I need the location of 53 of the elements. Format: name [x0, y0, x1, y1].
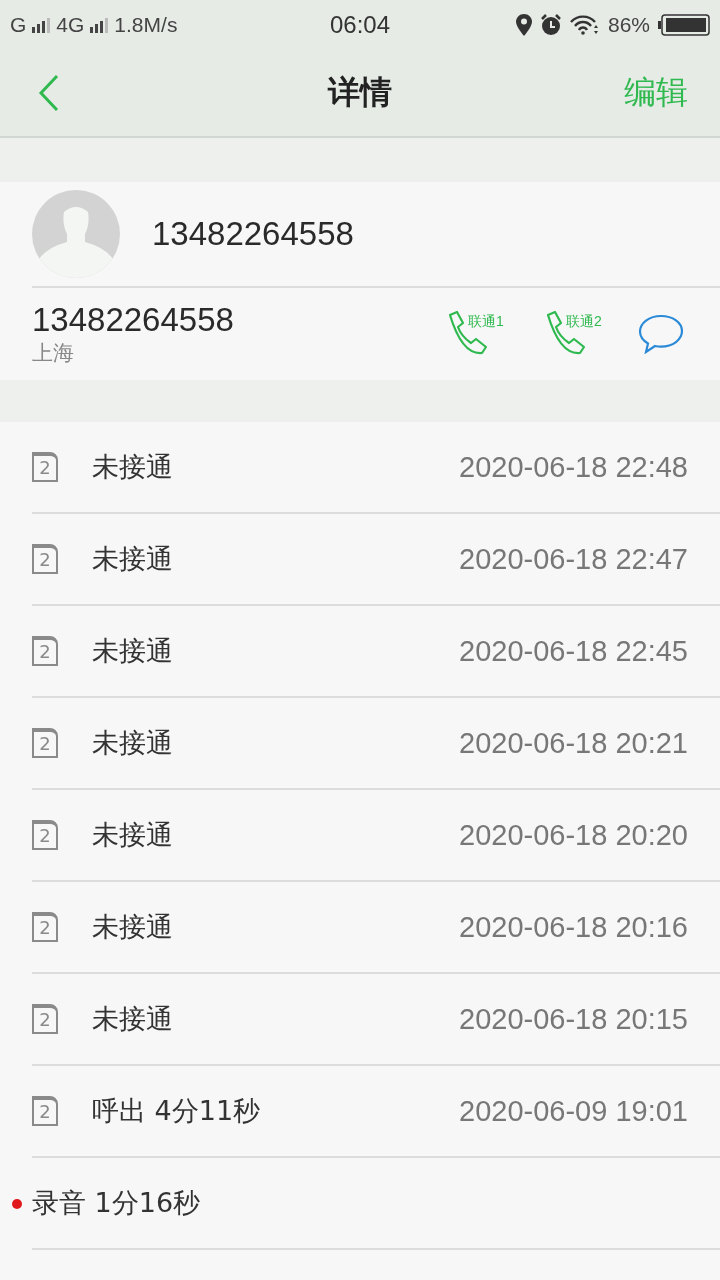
page-title: 详情 — [328, 72, 392, 113]
call-time: 2020-06-09 19:01 — [459, 1094, 688, 1128]
call-record-row[interactable]: 2 未接通 2020-06-18 20:20 — [32, 790, 720, 882]
call-status: 未接通 — [92, 910, 173, 944]
recording-dot-icon — [12, 1199, 22, 1209]
alarm-icon — [539, 14, 562, 36]
battery-icon — [658, 14, 710, 36]
sim-card-icon: 2 — [32, 544, 58, 574]
call-time: 2020-06-18 22:45 — [459, 634, 688, 668]
location-label: 上海 — [32, 340, 75, 367]
call-record-row[interactable]: 2 未接通 2020-06-18 20:15 — [32, 974, 720, 1066]
location-icon — [515, 14, 532, 36]
call-time: 2020-06-18 22:48 — [459, 450, 688, 484]
call-time: 2020-06-18 20:15 — [459, 1002, 688, 1036]
call-record-row[interactable]: 2 未接通 2020-06-18 22:45 — [32, 606, 720, 698]
avatar-icon — [32, 190, 120, 278]
contact-name: 13482264558 — [152, 215, 354, 253]
battery-label: 86% — [607, 13, 650, 37]
sim-card-icon: 2 — [32, 820, 58, 850]
call-status: 未接通 — [92, 726, 173, 760]
call-record-row[interactable]: 录音 1分16秒 — [32, 1158, 720, 1250]
sim-card-icon: 2 — [32, 636, 58, 666]
chat-bubble-icon — [638, 314, 684, 354]
network-label: G — [10, 13, 27, 37]
signal-icon — [32, 17, 51, 33]
sim-card-icon: 2 — [32, 1096, 58, 1126]
call-status: 未接通 — [92, 542, 173, 576]
call-status: 未接通 — [92, 1002, 173, 1036]
call-record-row[interactable]: 2 未接通 2020-06-18 20:21 — [32, 698, 720, 790]
call-record-row[interactable]: 2 未接通 2020-06-18 22:47 — [32, 514, 720, 606]
sim-card-icon: 2 — [32, 728, 58, 758]
clock: 06:04 — [329, 11, 391, 39]
phone-number: 13482264558 — [32, 301, 234, 339]
call-status: 呼出 4分11秒 — [92, 1094, 261, 1128]
sim-card-icon: 2 — [32, 1004, 58, 1034]
signal-icon — [90, 17, 109, 33]
call-time: 2020-06-18 20:16 — [459, 910, 688, 944]
sim-card-icon: 2 — [32, 912, 58, 942]
call-time: 2020-06-18 20:21 — [459, 726, 688, 760]
call-record-row[interactable]: 2 未接通 2020-06-18 22:48 — [32, 422, 720, 514]
call-time: 2020-06-18 22:47 — [459, 542, 688, 576]
call-time: 2020-06-18 20:20 — [459, 818, 688, 852]
call-status: 未接通 — [92, 818, 173, 852]
call-status: 未接通 — [92, 634, 173, 668]
call-record-row[interactable]: 2 未接通 2020-06-18 20:16 — [32, 882, 720, 974]
network-label: 4G — [56, 13, 85, 37]
wifi-icon — [569, 15, 600, 35]
call-record-row[interactable]: 2 呼出 4分11秒 2020-06-09 19:01 — [32, 1066, 720, 1158]
speed-label: 1.8M/s — [114, 13, 178, 37]
recording-label: 录音 1分16秒 — [32, 1186, 201, 1220]
sim-card-icon: 2 — [32, 452, 58, 482]
call-status: 未接通 — [92, 450, 173, 484]
message-button[interactable] — [638, 314, 684, 354]
